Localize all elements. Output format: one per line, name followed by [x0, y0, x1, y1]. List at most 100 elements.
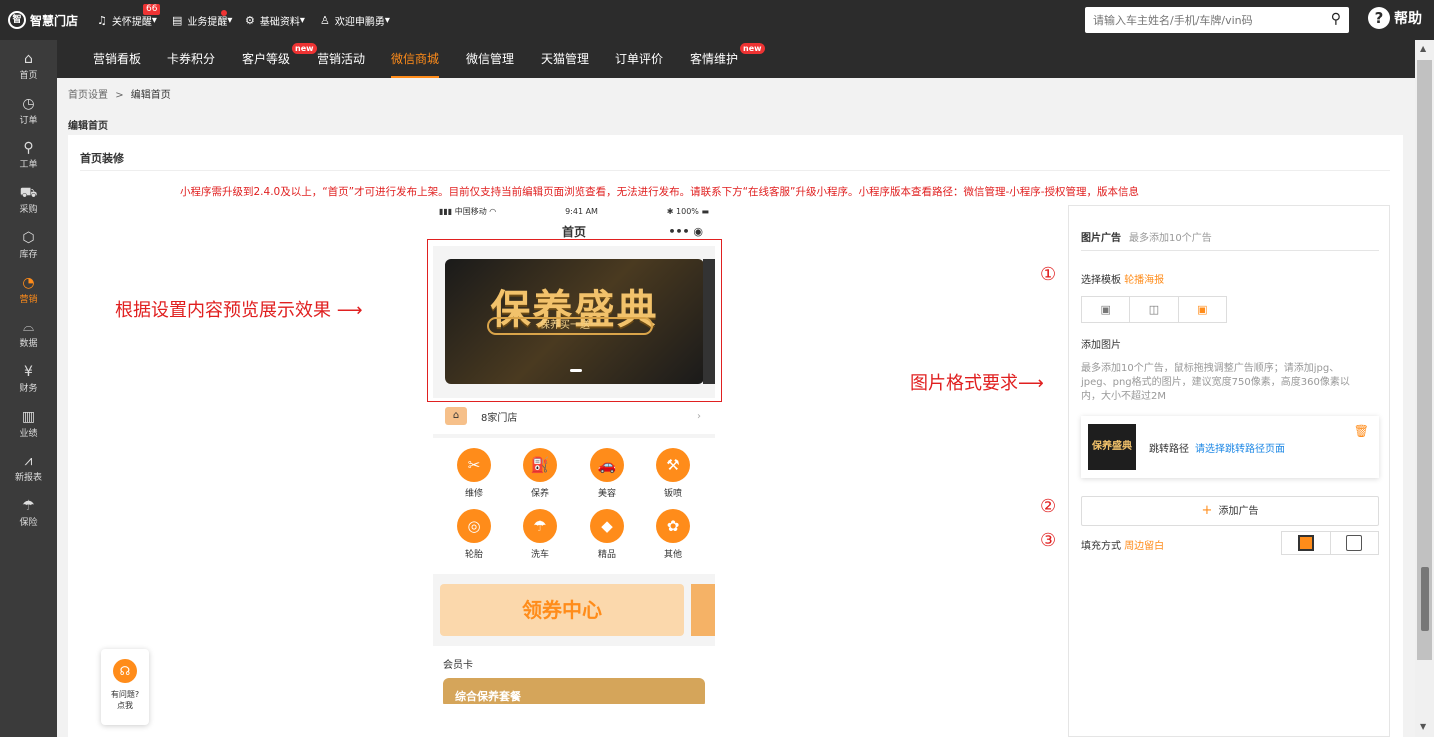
- step-2-marker: ②: [1040, 496, 1057, 517]
- service-icon: ✂: [457, 448, 491, 482]
- jump-path-link[interactable]: 请选择跳转路径页面: [1195, 444, 1285, 455]
- bell-icon: ♫: [97, 14, 107, 27]
- divider: [1081, 250, 1379, 251]
- document-icon: ▤: [172, 14, 183, 27]
- user-menu[interactable]: ♙ 欢迎申鹏勇 ▾: [320, 13, 390, 28]
- template-row: 选择模板 轮播海报: [1081, 275, 1165, 286]
- sidebar-item-1[interactable]: ◷ 订单: [0, 91, 57, 135]
- headset-icon: ☊: [113, 659, 137, 683]
- sidebar-item-2[interactable]: ⚲ 工单: [0, 135, 57, 179]
- service-item-5[interactable]: ☂ 洗车: [515, 509, 565, 560]
- service-icon: ✿: [656, 509, 690, 543]
- single-image-template-button[interactable]: ▣: [1082, 297, 1131, 322]
- menu-tab-7[interactable]: 订单评价: [615, 40, 663, 78]
- sidebar-item-4[interactable]: ⬡ 库存: [0, 225, 57, 269]
- scrollbar-grip[interactable]: [1421, 567, 1429, 631]
- sidebar-icon: ⚲: [23, 140, 34, 157]
- service-item-6[interactable]: ◆ 精品: [582, 509, 632, 560]
- panel-title-hint: 最多添加10个广告: [1129, 233, 1212, 244]
- sidebar-item-7[interactable]: ¥ 财务: [0, 359, 57, 403]
- search-icon[interactable]: ⚲: [1331, 11, 1341, 27]
- sidebar-icon: ☂: [22, 498, 35, 514]
- search-input[interactable]: [1085, 7, 1305, 33]
- notification-dot: [221, 10, 227, 16]
- preview-highlight-box: [427, 239, 722, 402]
- image-icon: ▣: [1100, 303, 1111, 316]
- page-header: 编辑首页: [68, 121, 108, 132]
- menu-tab-1[interactable]: 卡券积分: [167, 40, 215, 78]
- scroll-up-icon[interactable]: ▲: [1420, 44, 1426, 53]
- divider: [80, 170, 1390, 171]
- panel-title: 图片广告 最多添加10个广告: [1081, 233, 1212, 244]
- sidebar-icon: ⌓: [22, 319, 35, 336]
- service-item-7[interactable]: ✿ 其他: [648, 509, 698, 560]
- sidebar-item-8[interactable]: ▥ 业绩: [0, 404, 57, 448]
- base-data-menu[interactable]: ⚙ 基础资料 ▾: [245, 13, 305, 28]
- page-scrollbar[interactable]: ▲ ▼: [1415, 40, 1434, 737]
- carousel-template-button[interactable]: ▣: [1179, 297, 1226, 322]
- add-ad-button[interactable]: + 添加广告: [1081, 496, 1379, 526]
- service-label: 钣喷: [663, 489, 682, 499]
- new-badge: new: [740, 43, 765, 54]
- store-row[interactable]: ⌂ 8家门店 ›: [433, 398, 715, 434]
- service-item-0[interactable]: ✂ 维修: [449, 448, 499, 499]
- menu-tab-0[interactable]: 营销看板: [93, 40, 141, 78]
- sidebar-item-label: 采购: [19, 205, 38, 216]
- menu-tab-6[interactable]: 天猫管理: [541, 40, 589, 78]
- service-item-4[interactable]: ◎ 轮胎: [449, 509, 499, 560]
- sidebar-item-5[interactable]: ◔ 营销: [0, 270, 57, 314]
- filled-square-icon: [1297, 535, 1314, 551]
- image-requirements-text: 最多添加10个广告，鼠标拖拽调整广告顺序；请添加jpg、jpeg、png格式的图…: [1081, 363, 1350, 402]
- member-card[interactable]: 综合保养套餐: [443, 678, 705, 704]
- coupon-peek: [691, 584, 715, 636]
- sidebar-icon: ¥: [24, 363, 33, 380]
- breadcrumb-parent[interactable]: 首页设置: [68, 90, 108, 101]
- help-button[interactable]: ? 帮助: [1368, 7, 1422, 29]
- service-item-3[interactable]: ⚒ 钣喷: [648, 448, 698, 499]
- arrow-right-icon: ⟶: [336, 300, 363, 321]
- scroll-down-icon[interactable]: ▼: [1420, 722, 1426, 731]
- menu-tab-3[interactable]: 营销活动: [317, 40, 365, 78]
- sidebar-item-10[interactable]: ☂ 保险: [0, 493, 57, 537]
- sidebar-item-3[interactable]: ⛟ 采购: [0, 180, 57, 224]
- question-icon: ?: [1368, 7, 1390, 29]
- format-annotation: 图片格式要求⟶: [910, 373, 1044, 394]
- sidebar-item-label: 营销: [19, 294, 38, 305]
- service-icon: ◎: [457, 509, 491, 543]
- sidebar-item-label: 数据: [19, 339, 38, 350]
- service-item-1[interactable]: ⛽ 保养: [515, 448, 565, 499]
- sidebar-item-9[interactable]: ⩘ 新报表: [0, 448, 57, 492]
- alerts-label: 关怀提醒: [111, 17, 152, 28]
- sidebar-item-0[interactable]: ⌂ 首页: [0, 46, 57, 90]
- sidebar-item-label: 业绩: [19, 428, 38, 439]
- menu-tab-4[interactable]: 微信商城: [391, 40, 440, 78]
- service-label: 保养: [530, 489, 549, 499]
- service-item-2[interactable]: 🚗 美容: [582, 448, 632, 499]
- service-icon: ☂: [523, 509, 557, 543]
- fill-stretch-button[interactable]: [1331, 532, 1379, 554]
- menu-tab-2[interactable]: 客户等级 new: [242, 40, 317, 78]
- section-title: 首页装修: [80, 152, 124, 165]
- gear-icon: ⚙: [245, 14, 255, 27]
- menu-tab-5[interactable]: 微信管理: [466, 40, 514, 78]
- phone-title: 首页: [561, 225, 586, 239]
- step-1-marker: ①: [1040, 264, 1057, 285]
- coupon-center-banner[interactable]: 领券中心: [440, 584, 684, 636]
- business-menu[interactable]: ▤ 业务提醒 ▾: [172, 10, 232, 28]
- sidebar-item-6[interactable]: ⌓ 数据: [0, 314, 57, 358]
- empty-square-icon: [1346, 535, 1363, 551]
- alerts-menu[interactable]: ♫ 关怀提醒 ▾ 66: [97, 4, 161, 28]
- ad-thumbnail[interactable]: 保养盛典: [1088, 424, 1136, 470]
- new-badge: new: [292, 43, 317, 54]
- fill-selector: [1281, 531, 1379, 555]
- logo[interactable]: 智智慧门店: [8, 11, 78, 29]
- sidebar-item-label: 首页: [19, 71, 38, 81]
- sidebar-icon: ◷: [22, 95, 35, 112]
- double-image-template-button[interactable]: ◫: [1130, 297, 1179, 322]
- help-widget[interactable]: ☊ 有问题? 点我: [101, 649, 149, 725]
- top-bar: 智智慧门店 ♫ 关怀提醒 ▾ 66 ▤ 业务提醒 ▾ ⚙ 基础资料 ▾ ♙ 欢迎申鹏勇 ▾…: [0, 0, 1434, 40]
- breadcrumb: 首页设置 > 编辑首页: [68, 90, 171, 101]
- fill-whitespace-button[interactable]: [1282, 532, 1331, 554]
- trash-icon[interactable]: 🗑: [1354, 424, 1369, 438]
- menu-tab-8[interactable]: 客情维护 new: [690, 40, 765, 78]
